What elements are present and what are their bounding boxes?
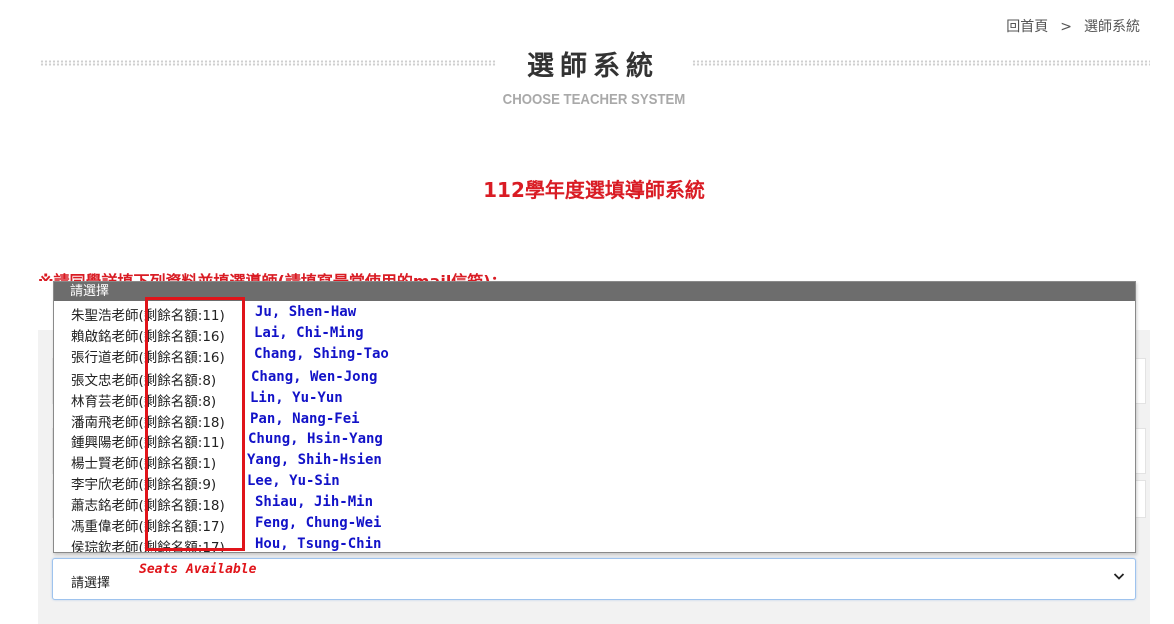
page-title: 選師系統 [527,51,659,82]
form-notice: ※請同學詳填下列資料並填選導師(請填寫最常使用的mail信箱)： [38,268,507,281]
breadcrumb-current: 選師系統 [1084,19,1140,35]
system-heading: 112學年度選填導師系統 [483,178,705,202]
breadcrumb-separator: > [1060,19,1072,35]
breadcrumb-home-link[interactable]: 回首頁 [1006,19,1048,35]
option-english-name: Shiau, Jih-Min [255,494,374,510]
option-english-name: Lin, Yu-Yun [250,390,343,406]
seats-highlight-box [145,297,245,551]
option-english-name: Hou, Tsung-Chin [255,536,382,552]
option-english-name: Ju, Shen-Haw [255,304,357,320]
option-english-name: Feng, Chung-Wei [255,515,382,531]
option-english-name: Yang, Shih-Hsien [247,452,382,468]
breadcrumb: 回首頁 > 選師系統 [1006,16,1140,36]
option-english-name: Chung, Hsin-Yang [248,431,383,447]
chevron-down-icon [1113,573,1125,580]
seats-available-label: Seats Available [139,562,257,577]
page-subtitle: CHOOSE TEACHER SYSTEM [502,91,686,108]
option-english-name: Lai, Chi-Ming [254,325,364,341]
option-english-name: Pan, Nang-Fei [250,411,360,427]
option-english-name: Lee, Yu-Sin [247,473,340,489]
option-english-name: Chang, Wen-Jong [251,369,378,385]
teacher-select-value: 請選擇 [71,576,111,591]
option-english-name: Chang, Shing-Tao [254,346,389,362]
